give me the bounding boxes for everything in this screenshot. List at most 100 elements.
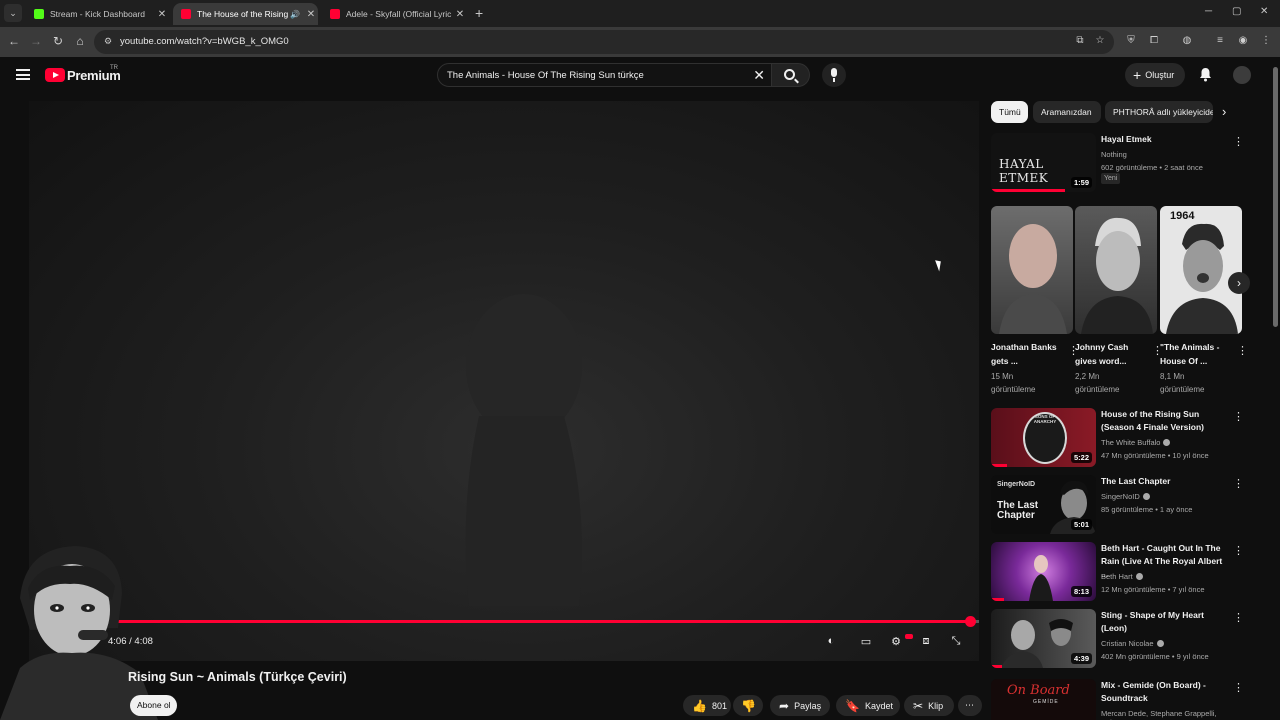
recommendation-item[interactable]: 8:13 Beth Hart - Caught Out In The Rain … [991, 542, 1246, 604]
settings-gear-icon[interactable]: ⚙ [888, 635, 904, 649]
recommendation-item[interactable]: 4:39 Sting - Shape of My Heart (Leon) Cr… [991, 609, 1246, 671]
close-tab-icon[interactable]: ✕ [304, 9, 318, 20]
video-thumbnail[interactable]: SingerNoID The Last Chapter 5:01 [991, 475, 1096, 534]
share-button[interactable]: ➦ Paylaş [770, 695, 830, 716]
like-button[interactable]: 👍 801 [683, 695, 731, 716]
browser-tab-youtube-active[interactable]: The House of the Rising Su 🔊 ✕ [173, 3, 318, 25]
tab-search-button[interactable]: ⌄ [4, 4, 22, 22]
close-window-icon[interactable]: ✕ [1260, 6, 1268, 17]
short-item[interactable]: 1964 "The Animals - House Of ... 8,1 Mn g… [1160, 206, 1248, 396]
close-tab-icon[interactable]: ✕ [155, 9, 169, 20]
video-thumbnail[interactable]: HAYAL ETMEK 1:59 [991, 133, 1096, 192]
forward-icon[interactable]: → [28, 33, 44, 49]
close-tab-icon[interactable]: ✕ [453, 9, 467, 20]
progress-scrubber-handle[interactable] [965, 616, 977, 627]
more-vertical-icon[interactable]: ⋮ [1233, 544, 1244, 557]
search-input[interactable]: The Animals - House Of The Rising Sun tü… [437, 63, 772, 87]
video-thumbnail[interactable]: 4:39 [991, 609, 1096, 668]
autoplay-toggle[interactable]: ◐ [823, 635, 839, 649]
shield-extension-icon[interactable]: ⛨ [1124, 35, 1138, 46]
channel-name: Cristian Nicolae [1101, 639, 1154, 648]
channel-name: SingerNoID [1101, 492, 1140, 501]
page-scrollbar[interactable] [1271, 57, 1280, 720]
country-code: TR [110, 65, 118, 71]
rec-channel[interactable]: Beth Hart [1101, 572, 1143, 581]
install-app-icon[interactable]: ⧉ [1073, 35, 1087, 46]
chips-next-icon[interactable]: › [1222, 104, 1226, 119]
video-thumbnail[interactable]: SONS OF ANARCHY 5:22 [991, 408, 1096, 467]
short-title: Jonathan Banks gets ... [991, 342, 1057, 366]
profile-icon[interactable]: ◉ [1236, 35, 1250, 46]
save-button[interactable]: 🔖 Kaydet [836, 695, 900, 716]
short-item[interactable]: Jonathan Banks gets ... 15 Mn görüntüleme… [991, 206, 1079, 396]
recommendation-item[interactable]: SONS OF ANARCHY 5:22 House of the Rising… [991, 408, 1246, 470]
clip-button[interactable]: ✂ Klip [904, 695, 954, 716]
more-vertical-icon[interactable]: ⋮ [1233, 611, 1244, 624]
clear-search-icon[interactable]: ✕ [753, 67, 765, 84]
browser-menu-icon[interactable]: ⋮ [1259, 35, 1273, 46]
create-button[interactable]: + Oluştur [1125, 63, 1185, 87]
more-vertical-icon[interactable]: ⋮ [1233, 681, 1244, 694]
more-vertical-icon[interactable]: ⋮ [1233, 410, 1244, 423]
rec-channel[interactable]: Cristian Nicolae [1101, 639, 1164, 648]
short-thumbnail[interactable]: 1964 [1160, 206, 1242, 334]
minimize-icon[interactable]: ─ [1205, 6, 1212, 17]
youtube-favicon-icon [181, 9, 191, 19]
theater-mode-icon[interactable]: ⧈ [918, 635, 934, 649]
short-thumbnail[interactable] [1075, 206, 1157, 334]
watched-progress [991, 665, 1002, 668]
reload-icon[interactable]: ↻ [50, 33, 66, 49]
voice-search-icon[interactable] [822, 63, 846, 87]
home-icon[interactable]: ⌂ [72, 33, 88, 49]
hamburger-menu-icon[interactable] [16, 69, 30, 80]
thumbs-down-icon: 👎 [741, 698, 756, 713]
more-vertical-icon[interactable]: ⋮ [1233, 135, 1244, 148]
fullscreen-exit-icon[interactable]: ⤡ [948, 635, 964, 649]
short-thumbnail[interactable] [991, 206, 1073, 334]
bookmark-star-icon[interactable]: ☆ [1093, 35, 1107, 46]
browser-tab-bar: ⌄ Stream - Kick Dashboard ✕ The House of… [0, 0, 1280, 27]
account-avatar[interactable] [1233, 66, 1251, 84]
search-button[interactable] [772, 63, 810, 87]
recommendation-item[interactable]: On Board GEMİDE Mix - Gemide (On Board) … [991, 679, 1246, 720]
site-info-icon[interactable]: ⚙ [104, 36, 112, 47]
back-icon[interactable]: ← [6, 33, 22, 49]
shorts-next-icon[interactable]: › [1228, 272, 1250, 294]
notifications-bell-icon[interactable] [1199, 67, 1212, 82]
scrollbar-thumb[interactable] [1273, 67, 1278, 327]
incognito-icon[interactable]: ◍ [1180, 35, 1194, 46]
dislike-button[interactable]: 👎 [733, 695, 763, 716]
recommendation-item[interactable]: HAYAL ETMEK 1:59 Hayal Etmek Nothing 602… [991, 133, 1246, 195]
short-item[interactable]: Johnny Cash gives word... 2,2 Mn görüntül… [1075, 206, 1163, 396]
youtube-logo-icon[interactable] [45, 68, 65, 82]
subscribe-button[interactable]: Abone ol [130, 695, 177, 716]
browser-tab-adele[interactable]: Adele - Skyfall (Official Lyric Vi ✕ [322, 3, 467, 25]
short-views: 15 Mn [991, 372, 1014, 381]
progress-bar[interactable] [29, 616, 979, 627]
subtitles-icon[interactable]: ▭ [858, 635, 874, 649]
rec-channel[interactable]: Mercan Dede, Stephane Grappelli, Balmo..… [1101, 709, 1246, 720]
more-actions-button[interactable]: ⋯ [958, 695, 982, 716]
short-views-label: görüntüleme [1160, 385, 1205, 394]
chip-all[interactable]: Tümü [991, 101, 1028, 123]
maximize-icon[interactable]: ▢ [1232, 6, 1241, 17]
youtube-header: Premium TR The Animals - House Of The Ri… [0, 57, 1270, 101]
chip-from-search[interactable]: Aramanızdan [1033, 101, 1101, 123]
rec-channel[interactable]: SingerNoID [1101, 492, 1150, 501]
more-vertical-icon[interactable]: ⋮ [1233, 477, 1244, 490]
video-thumbnail[interactable]: 8:13 [991, 542, 1096, 601]
video-player[interactable]: 4:06 / 4:08 ◐ ▭ ⚙ ⧈ ⤡ [29, 101, 979, 661]
extensions-icon[interactable]: ⧠ [1147, 35, 1161, 46]
audio-playing-icon[interactable]: 🔊 [290, 10, 300, 19]
duration-badge: 4:39 [1070, 653, 1092, 664]
browser-tab-kick[interactable]: Stream - Kick Dashboard ✕ [26, 3, 169, 25]
chip-uploader[interactable]: PHTHORÂ adlı yükleyiciden [1105, 101, 1213, 123]
more-vertical-icon[interactable]: ⋮ [1237, 344, 1248, 357]
address-bar[interactable]: ⚙ youtube.com/watch?v=bWGB_k_OMG0 [94, 30, 1114, 54]
rec-channel[interactable]: Nothing [1101, 150, 1127, 159]
media-control-icon[interactable]: ≡ [1213, 35, 1227, 46]
new-tab-button[interactable]: + [475, 5, 489, 21]
rec-channel[interactable]: The White Buffalo [1101, 438, 1171, 447]
video-thumbnail[interactable]: On Board GEMİDE [991, 679, 1096, 720]
recommendation-item[interactable]: SingerNoID The Last Chapter 5:01 The Las… [991, 475, 1246, 537]
